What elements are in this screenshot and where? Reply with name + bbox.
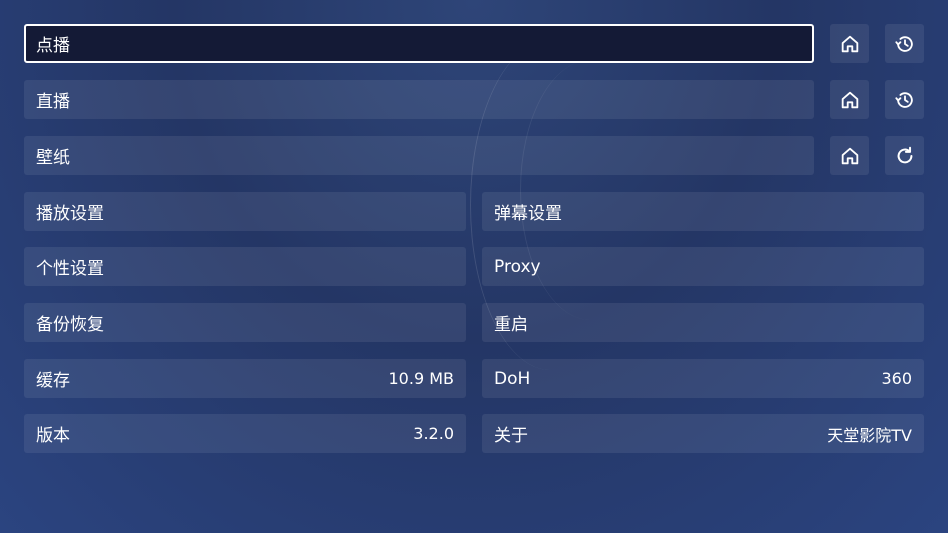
vod-label: 点播 bbox=[36, 36, 70, 56]
refresh-icon bbox=[897, 146, 912, 163]
item-label: DoH bbox=[494, 368, 531, 389]
backup-restore-item[interactable]: 备份恢复 bbox=[24, 303, 466, 342]
vod-source-item[interactable]: 点播 bbox=[24, 24, 814, 63]
live-home-button[interactable] bbox=[830, 80, 869, 119]
live-source-item[interactable]: 直播 bbox=[24, 80, 814, 119]
proxy-item[interactable]: Proxy bbox=[482, 247, 924, 286]
home-icon bbox=[841, 91, 858, 108]
vod-history-button[interactable] bbox=[885, 24, 924, 63]
version-value: 3.2.0 bbox=[413, 424, 454, 443]
wallpaper-refresh-button[interactable] bbox=[885, 136, 924, 175]
history-icon bbox=[894, 91, 913, 108]
home-icon bbox=[841, 147, 858, 164]
about-item[interactable]: 关于 天堂影院TV bbox=[482, 414, 924, 453]
item-label: 关于 bbox=[494, 426, 528, 446]
item-label: 缓存 bbox=[36, 371, 70, 391]
restart-item[interactable]: 重启 bbox=[482, 303, 924, 342]
wallpaper-item[interactable]: 壁纸 bbox=[24, 136, 814, 175]
item-label: 播放设置 bbox=[36, 204, 104, 224]
item-label: Proxy bbox=[494, 256, 541, 277]
item-label: 版本 bbox=[36, 426, 70, 446]
cache-size-value: 10.9 MB bbox=[388, 369, 455, 388]
vod-home-button[interactable] bbox=[830, 24, 869, 63]
about-value: 天堂影院TV bbox=[827, 425, 912, 445]
item-label: 弹幕设置 bbox=[494, 204, 562, 224]
live-label: 直播 bbox=[36, 92, 70, 112]
wallpaper-label: 壁纸 bbox=[36, 148, 70, 168]
history-icon bbox=[894, 35, 913, 52]
playback-settings-item[interactable]: 播放设置 bbox=[24, 192, 466, 231]
item-label: 备份恢复 bbox=[36, 315, 104, 335]
wallpaper-home-button[interactable] bbox=[830, 136, 869, 175]
item-label: 重启 bbox=[494, 315, 528, 335]
home-icon bbox=[841, 35, 858, 52]
item-label: 个性设置 bbox=[36, 259, 104, 279]
danmaku-settings-item[interactable]: 弹幕设置 bbox=[482, 192, 924, 231]
cache-item[interactable]: 缓存 10.9 MB bbox=[24, 359, 466, 398]
doh-value: 360 bbox=[881, 369, 912, 388]
personal-settings-item[interactable]: 个性设置 bbox=[24, 247, 466, 286]
version-item[interactable]: 版本 3.2.0 bbox=[24, 414, 466, 453]
doh-item[interactable]: DoH 360 bbox=[482, 359, 924, 398]
live-history-button[interactable] bbox=[885, 80, 924, 119]
